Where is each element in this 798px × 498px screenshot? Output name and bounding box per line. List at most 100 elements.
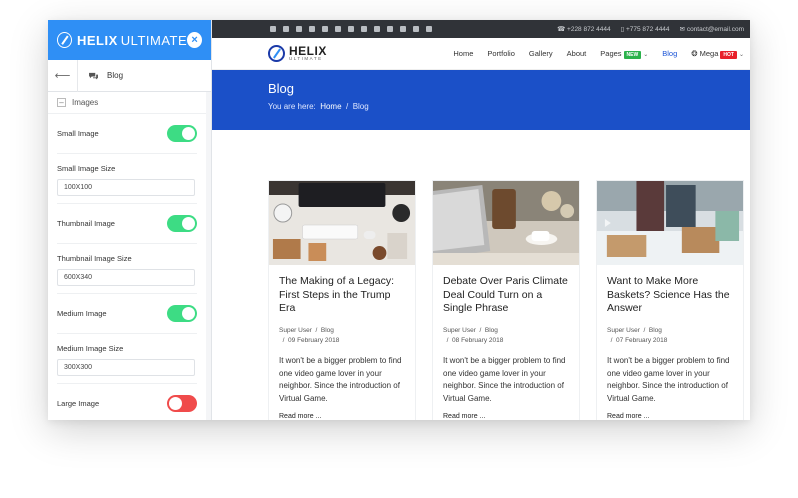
desk-setup-image[interactable]	[269, 181, 415, 265]
blog-card: Want to Make More Baskets? Science Has t…	[596, 180, 744, 420]
card-author[interactable]: Super User	[279, 327, 312, 334]
site-header: HELIX ULTIMATE Home Portfolio Gallery Ab…	[212, 38, 750, 70]
panel-breadcrumb: ⟵ Blog	[48, 59, 211, 92]
skype-icon[interactable]	[413, 26, 419, 32]
back-arrow-icon[interactable]: ⟵	[48, 59, 78, 92]
panel-header: HELIX ULTIMATE ×	[48, 20, 211, 60]
option-label: Small Image	[57, 129, 99, 138]
hot-badge: HOT	[720, 51, 737, 59]
option-label: Thumbnail Image Size	[57, 254, 132, 263]
option-thumbnail-image-size: Thumbnail Image Size 600X340	[57, 244, 197, 294]
card-category[interactable]: Blog	[321, 327, 334, 334]
panel-brand-name: HELIX	[77, 32, 118, 48]
mobile-item[interactable]: ▯ +775 872 4444	[621, 25, 670, 33]
option-medium-image: Medium Image	[57, 294, 197, 334]
behance-icon[interactable]	[374, 26, 380, 32]
facebook-icon[interactable]	[270, 26, 276, 32]
option-label: Large Image	[57, 399, 100, 408]
blog-card: The Making of a Legacy: First Steps in t…	[268, 180, 416, 420]
chevron-down-icon: ⌄	[643, 52, 649, 58]
flickr-icon[interactable]	[387, 26, 393, 32]
youtube-icon[interactable]	[322, 26, 328, 32]
site-logo[interactable]: HELIX ULTIMATE	[268, 45, 327, 62]
card-meta: Super User / Blog / 09 February 2018	[279, 327, 340, 344]
new-badge: NEW	[623, 51, 642, 59]
card-category[interactable]: Blog	[485, 327, 498, 334]
option-label: Medium Image Size	[57, 344, 124, 353]
google-plus-icon[interactable]	[296, 26, 302, 32]
menu-item-home[interactable]: Home	[453, 49, 473, 58]
card-title[interactable]: Want to Make More Baskets? Science Has t…	[607, 275, 733, 317]
menu-item-pages[interactable]: Pages NEW ⌄	[600, 49, 649, 59]
phone-item[interactable]: ☎ +228 872 4444	[557, 25, 610, 33]
card-excerpt: It won't be a bigger problem to find one…	[279, 356, 402, 403]
menu-item-blog[interactable]: Blog	[662, 49, 677, 58]
thumbnail-image-toggle[interactable]	[167, 215, 197, 232]
breadcrumb-prefix: You are here:	[268, 102, 316, 111]
dribbble-icon[interactable]	[348, 26, 354, 32]
phone-icon: ☎	[557, 26, 568, 33]
blog-card: Debate Over Paris Climate Deal Could Tur…	[432, 180, 580, 420]
card-date: 09 February 2018	[288, 337, 340, 344]
top-bar: ☎ +228 872 4444 ▯ +775 872 4444 ✉ contac…	[212, 20, 750, 38]
twitter-icon[interactable]	[283, 26, 289, 32]
card-excerpt: It won't be a bigger problem to find one…	[607, 356, 730, 403]
close-icon[interactable]: ×	[187, 32, 202, 48]
option-large-image: Large Image	[57, 384, 197, 420]
menu-label: Pages	[600, 49, 622, 58]
option-small-image: Small Image	[57, 114, 197, 154]
linkedin-icon[interactable]	[335, 26, 341, 32]
panel-brand-suffix: ULTIMATE	[120, 32, 188, 48]
option-label: Small Image Size	[57, 164, 116, 173]
breadcrumb-separator: /	[346, 102, 349, 111]
boxes-packing-image[interactable]	[597, 181, 743, 265]
email-item[interactable]: ✉ contact@email.com	[680, 25, 744, 33]
panel-nav-label[interactable]: Blog	[107, 71, 123, 80]
small-image-toggle[interactable]	[167, 125, 197, 142]
menu-item-about[interactable]: About	[567, 49, 587, 58]
envelope-icon: ✉	[679, 26, 687, 33]
card-category[interactable]: Blog	[649, 327, 662, 334]
large-image-toggle[interactable]	[167, 395, 197, 412]
vk-icon[interactable]	[400, 26, 406, 32]
chevron-down-icon: ⌄	[738, 52, 744, 58]
option-label: Medium Image	[57, 309, 107, 318]
section-title: Images	[72, 98, 99, 107]
app-window: HELIX ULTIMATE × ⟵ Blog – Images Small I…	[48, 20, 750, 420]
card-excerpt: It won't be a bigger problem to find one…	[443, 356, 566, 403]
panel-body: – Images Small Image Small Image Size 10…	[48, 92, 206, 420]
menu-item-mega[interactable]: ❂ Mega HOT ⌄	[691, 49, 744, 59]
option-medium-image-size: Medium Image Size 300X300	[57, 334, 197, 384]
option-small-image-size: Small Image Size 100X100	[57, 154, 197, 204]
card-title[interactable]: Debate Over Paris Climate Deal Could Tur…	[443, 275, 569, 317]
read-more-link[interactable]: Read more ...	[607, 413, 733, 420]
option-label: Thumbnail Image	[57, 219, 115, 228]
read-more-link[interactable]: Read more ...	[443, 413, 569, 420]
card-date: 07 February 2018	[616, 337, 668, 344]
mobile-number: +775 872 4444	[625, 26, 670, 33]
contact-info: ☎ +228 872 4444 ▯ +775 872 4444 ✉ contac…	[557, 25, 744, 33]
options-panel: HELIX ULTIMATE × ⟵ Blog – Images Small I…	[48, 20, 212, 420]
card-author[interactable]: Super User	[607, 327, 640, 334]
medium-image-size-input[interactable]: 300X300	[57, 359, 195, 376]
read-more-link[interactable]: Read more ...	[279, 413, 405, 420]
thumbnail-image-size-input[interactable]: 600X340	[57, 269, 195, 286]
mega-icon: ❂	[691, 49, 700, 58]
menu-item-portfolio[interactable]: Portfolio	[487, 49, 515, 58]
laptop-coffee-image[interactable]	[433, 181, 579, 265]
breadcrumb-home[interactable]: Home	[320, 102, 341, 111]
card-meta: Super User / Blog / 08 February 2018	[443, 327, 504, 344]
small-image-size-input[interactable]: 100X100	[57, 179, 195, 196]
card-title[interactable]: The Making of a Legacy: First Steps in t…	[279, 275, 405, 317]
collapse-icon[interactable]: –	[57, 98, 66, 107]
menu-item-gallery[interactable]: Gallery	[529, 49, 553, 58]
helix-logo-icon	[57, 32, 72, 48]
medium-image-toggle[interactable]	[167, 305, 197, 322]
card-author[interactable]: Super User	[443, 327, 476, 334]
page-title-banner: Blog You are here: Home / Blog	[212, 70, 750, 130]
whatsapp-icon[interactable]	[426, 26, 432, 32]
section-images-header[interactable]: – Images	[48, 92, 206, 114]
breadcrumb: You are here: Home / Blog	[268, 102, 750, 111]
pinterest-icon[interactable]	[309, 26, 315, 32]
instagram-icon[interactable]	[361, 26, 367, 32]
